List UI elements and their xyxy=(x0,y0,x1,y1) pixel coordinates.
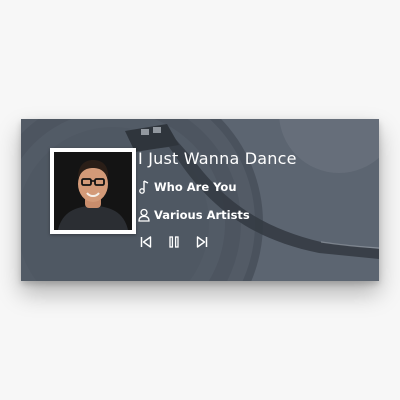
artist-name: Various Artists xyxy=(154,208,250,222)
album-name: Who Are You xyxy=(154,180,237,194)
playback-controls xyxy=(139,235,223,249)
skip-back-icon[interactable] xyxy=(139,235,153,249)
album-line: Who Are You xyxy=(138,179,237,195)
artist-photo xyxy=(54,152,132,230)
skip-forward-icon[interactable] xyxy=(195,235,209,249)
album-cover xyxy=(50,148,136,234)
music-player-card: I Just Wanna Dance Who Are You Various A… xyxy=(21,119,379,281)
pause-icon[interactable] xyxy=(167,235,181,249)
artist-line: Various Artists xyxy=(138,207,250,223)
music-note-icon xyxy=(139,180,149,194)
page: I Just Wanna Dance Who Are You Various A… xyxy=(0,0,400,400)
song-title: I Just Wanna Dance xyxy=(138,149,297,168)
user-icon xyxy=(138,208,150,222)
